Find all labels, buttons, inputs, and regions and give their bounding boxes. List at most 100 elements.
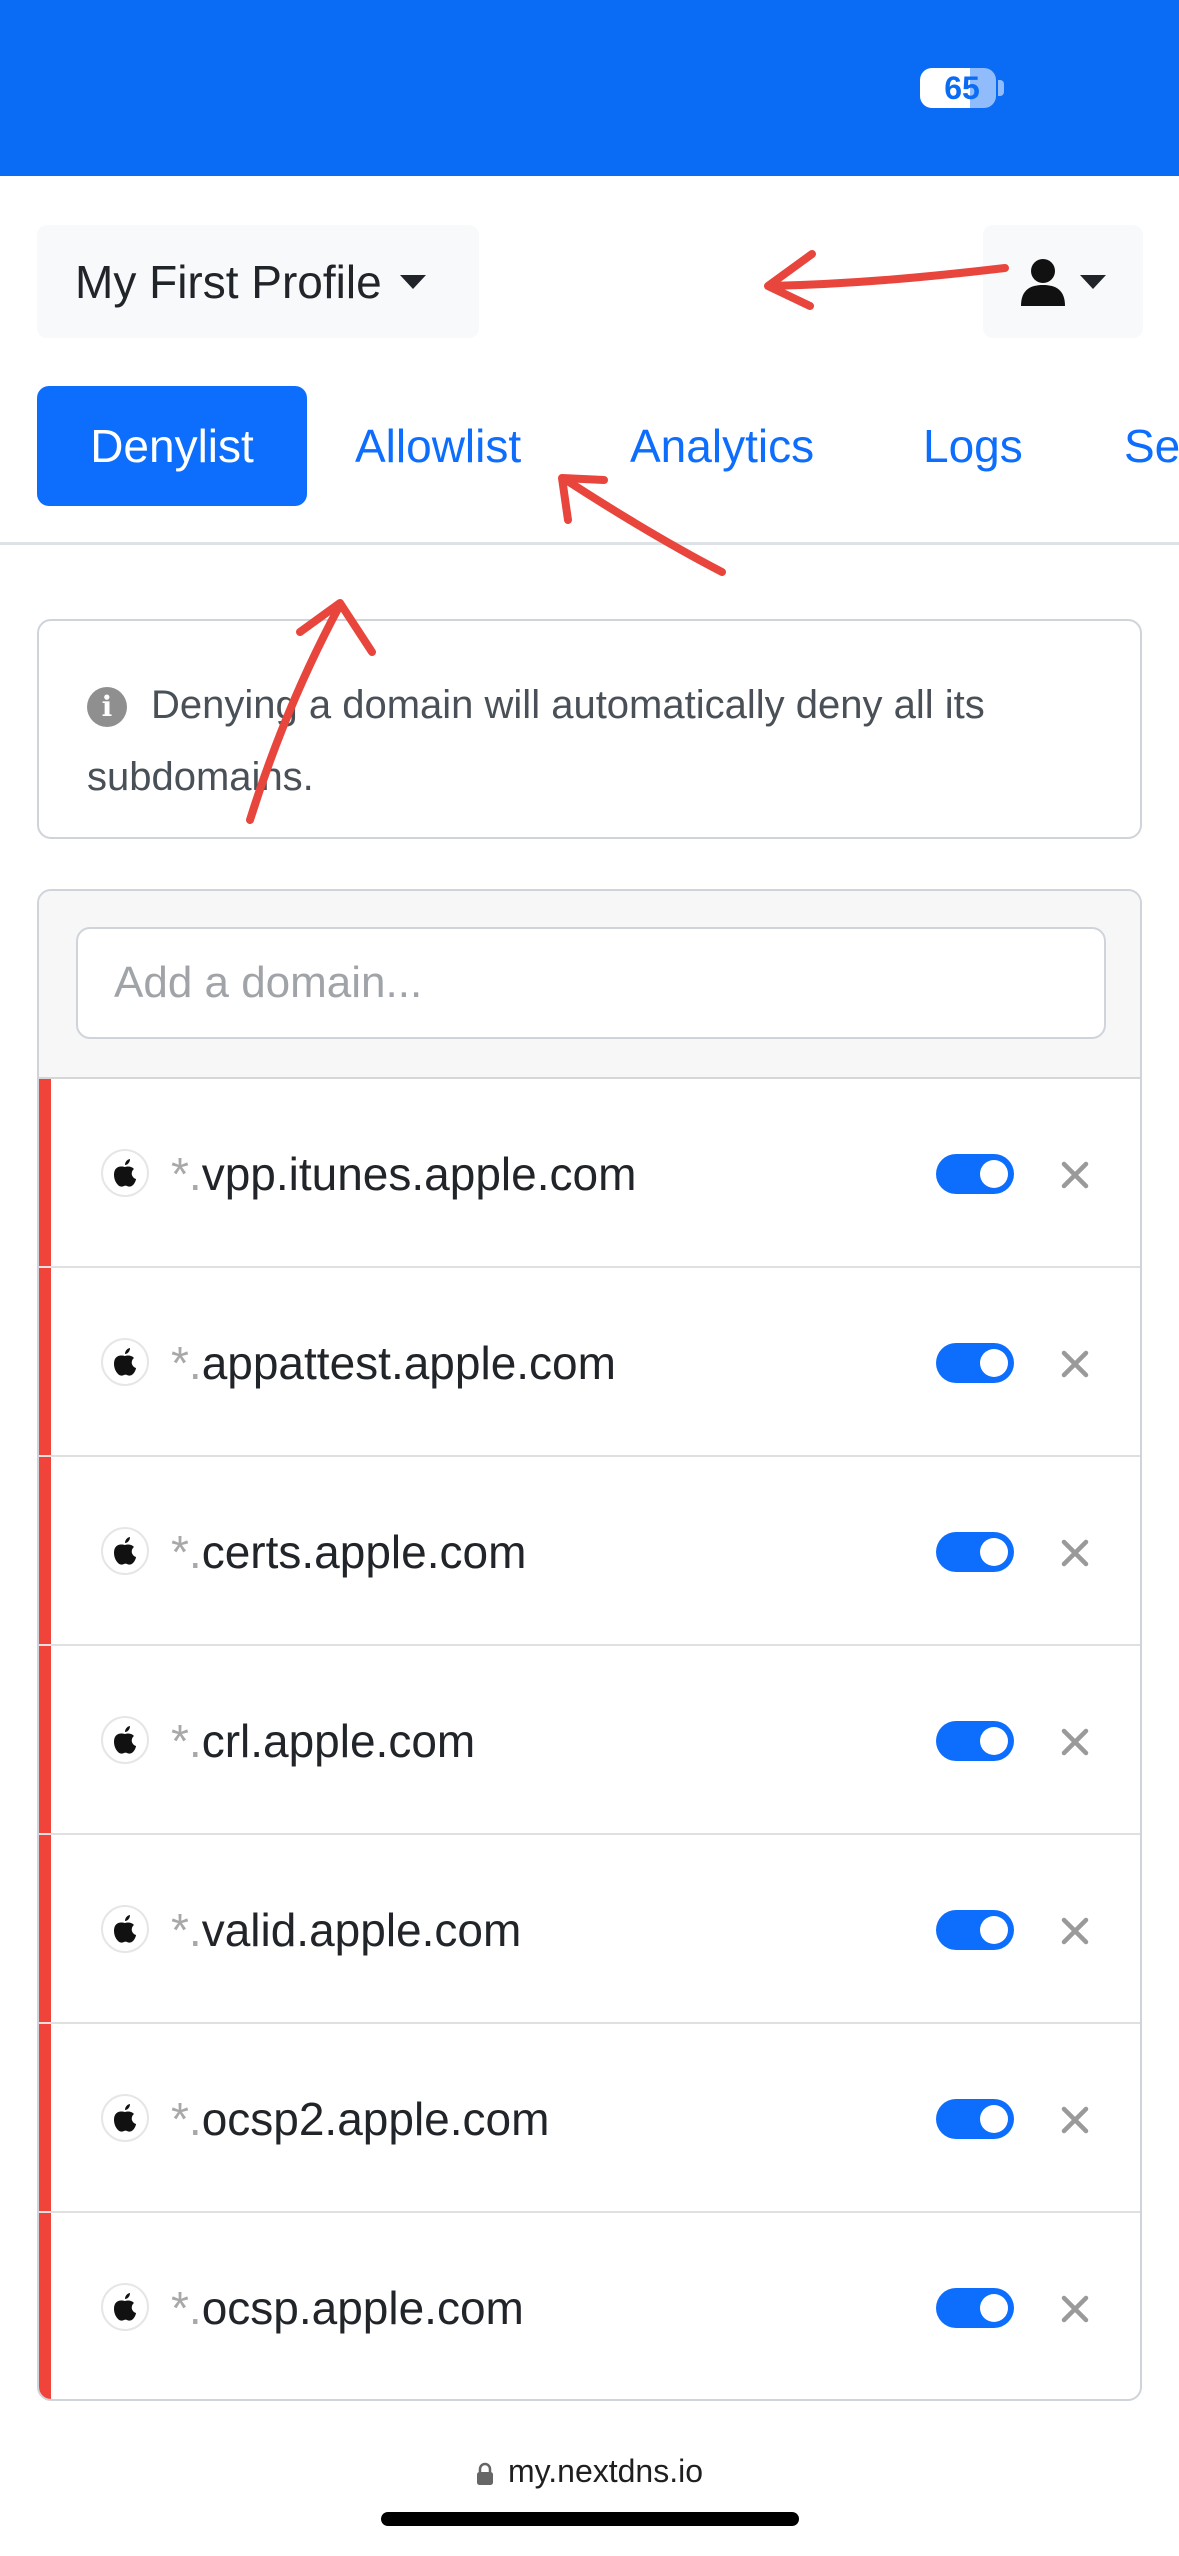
close-icon xyxy=(1061,1917,1089,1945)
toggle-knob xyxy=(980,1727,1008,1755)
info-text-line2: subdomains. xyxy=(87,755,314,799)
domain-text: vpp.itunes.apple.com xyxy=(201,1147,637,1200)
close-icon xyxy=(1061,1161,1089,1189)
toggle-knob xyxy=(980,2294,1008,2322)
remove-domain-button[interactable] xyxy=(1051,1151,1099,1199)
domain-text: crl.apple.com xyxy=(201,1714,476,1767)
tab-settings[interactable]: Se xyxy=(1124,386,1179,506)
tab-label: Logs xyxy=(923,420,1023,472)
domain-row: *. appattest.apple.com xyxy=(39,1268,1140,1457)
domain-enabled-toggle[interactable] xyxy=(936,1721,1014,1761)
chevron-down-icon xyxy=(1080,274,1106,289)
remove-domain-button[interactable] xyxy=(1051,1529,1099,1577)
battery-level: 65 xyxy=(944,69,980,106)
deny-indicator-bar xyxy=(39,1079,51,1266)
tab-allowlist[interactable]: Allowlist xyxy=(355,386,521,506)
toggle-knob xyxy=(980,1160,1008,1188)
domain-row: *. vpp.itunes.apple.com xyxy=(39,1079,1140,1268)
domain-name: *. crl.apple.com xyxy=(171,1646,475,1835)
remove-domain-button[interactable] xyxy=(1051,2096,1099,2144)
domain-text: ocsp.apple.com xyxy=(201,2281,524,2334)
domain-enabled-toggle[interactable] xyxy=(936,1154,1014,1194)
wildcard-prefix: *. xyxy=(171,1714,202,1767)
user-menu-button[interactable] xyxy=(983,225,1143,338)
remove-domain-button[interactable] xyxy=(1051,1907,1099,1955)
domain-name: *. appattest.apple.com xyxy=(171,1268,616,1457)
info-text-line1: Denying a domain will automatically deny… xyxy=(151,683,985,727)
user-icon xyxy=(1021,258,1065,306)
browser-address-bar[interactable]: my.nextdns.io xyxy=(0,2401,1179,2556)
profile-name: My First Profile xyxy=(75,255,382,308)
deny-indicator-bar xyxy=(39,1646,51,1833)
info-alert: i Denying a domain will automatically den… xyxy=(37,619,1142,839)
lock-icon xyxy=(476,2462,493,2485)
remove-domain-button[interactable] xyxy=(1051,2285,1099,2333)
url-display: my.nextdns.io xyxy=(0,2453,1179,2490)
chevron-down-icon xyxy=(399,274,426,289)
deny-indicator-bar xyxy=(39,2213,51,2399)
domain-text: ocsp2.apple.com xyxy=(201,2092,550,2145)
tab-analytics[interactable]: Analytics xyxy=(630,386,814,506)
close-icon xyxy=(1061,1539,1089,1567)
wildcard-prefix: *. xyxy=(171,1147,202,1200)
wildcard-prefix: *. xyxy=(171,2092,202,2145)
wildcard-prefix: *. xyxy=(171,1525,202,1578)
info-icon: i xyxy=(87,687,127,728)
domain-row: *. ocsp.apple.com xyxy=(39,2213,1140,2399)
close-icon xyxy=(1061,2106,1089,2134)
domain-row: *. ocsp2.apple.com xyxy=(39,2024,1140,2213)
home-indicator[interactable] xyxy=(381,2512,799,2526)
toggle-knob xyxy=(980,2105,1008,2133)
tab-label: Allowlist xyxy=(355,420,522,472)
add-domain-input[interactable] xyxy=(76,927,1106,1039)
toggle-knob xyxy=(980,1916,1008,1944)
status-bar: 65 xyxy=(0,0,1179,176)
tab-label: Denylist xyxy=(90,420,254,472)
domain-enabled-toggle[interactable] xyxy=(936,2099,1014,2139)
domain-enabled-toggle[interactable] xyxy=(936,1343,1014,1383)
close-icon xyxy=(1061,1350,1089,1378)
apple-logo-icon xyxy=(101,1527,149,1575)
close-icon xyxy=(1061,1728,1089,1756)
apple-logo-icon xyxy=(101,1149,149,1197)
tab-logs[interactable]: Logs xyxy=(923,386,1023,506)
domain-text: appattest.apple.com xyxy=(201,1336,616,1389)
apple-logo-icon xyxy=(101,2094,149,2142)
close-icon xyxy=(1061,2295,1089,2323)
profile-dropdown[interactable]: My First Profile xyxy=(37,225,479,338)
add-domain-section xyxy=(39,891,1140,1079)
toggle-knob xyxy=(980,1538,1008,1566)
remove-domain-button[interactable] xyxy=(1051,1340,1099,1388)
domain-enabled-toggle[interactable] xyxy=(936,1910,1014,1950)
deny-indicator-bar xyxy=(39,2024,51,2211)
domain-enabled-toggle[interactable] xyxy=(936,1532,1014,1572)
wildcard-prefix: *. xyxy=(171,2281,202,2334)
domain-name: *. ocsp2.apple.com xyxy=(171,2024,549,2213)
deny-indicator-bar xyxy=(39,1268,51,1455)
url-text: my.nextdns.io xyxy=(507,2453,704,2489)
domain-row: *. valid.apple.com xyxy=(39,1835,1140,2024)
tab-denylist[interactable]: Denylist xyxy=(37,386,307,506)
deny-indicator-bar xyxy=(39,1835,51,2022)
wildcard-prefix: *. xyxy=(171,1903,202,1956)
domain-row: *. certs.apple.com xyxy=(39,1457,1140,1646)
tabs-divider xyxy=(0,542,1179,545)
annotation-arrow-user-menu xyxy=(766,264,1009,290)
apple-logo-icon xyxy=(101,1905,149,1953)
domain-list-card: *.vpp.itunes.apple.com*.appattest.apple.… xyxy=(37,889,1142,2401)
remove-domain-button[interactable] xyxy=(1051,1718,1099,1766)
wildcard-prefix: *. xyxy=(171,1336,202,1389)
domain-name: *. certs.apple.com xyxy=(171,1457,526,1646)
tab-bar: Denylist Allowlist Analytics Logs Se xyxy=(0,386,1179,508)
domain-name: *. vpp.itunes.apple.com xyxy=(171,1079,636,1268)
domain-text: valid.apple.com xyxy=(201,1903,522,1956)
toggle-knob xyxy=(980,1349,1008,1377)
apple-logo-icon xyxy=(101,1716,149,1764)
domain-text: certs.apple.com xyxy=(201,1525,527,1578)
domain-row: *. crl.apple.com xyxy=(39,1646,1140,1835)
domain-enabled-toggle[interactable] xyxy=(936,2288,1014,2328)
domain-name: *. valid.apple.com xyxy=(171,1835,521,2024)
apple-logo-icon xyxy=(101,2283,149,2331)
apple-logo-icon xyxy=(101,1338,149,1386)
tab-label: Se xyxy=(1124,420,1179,472)
